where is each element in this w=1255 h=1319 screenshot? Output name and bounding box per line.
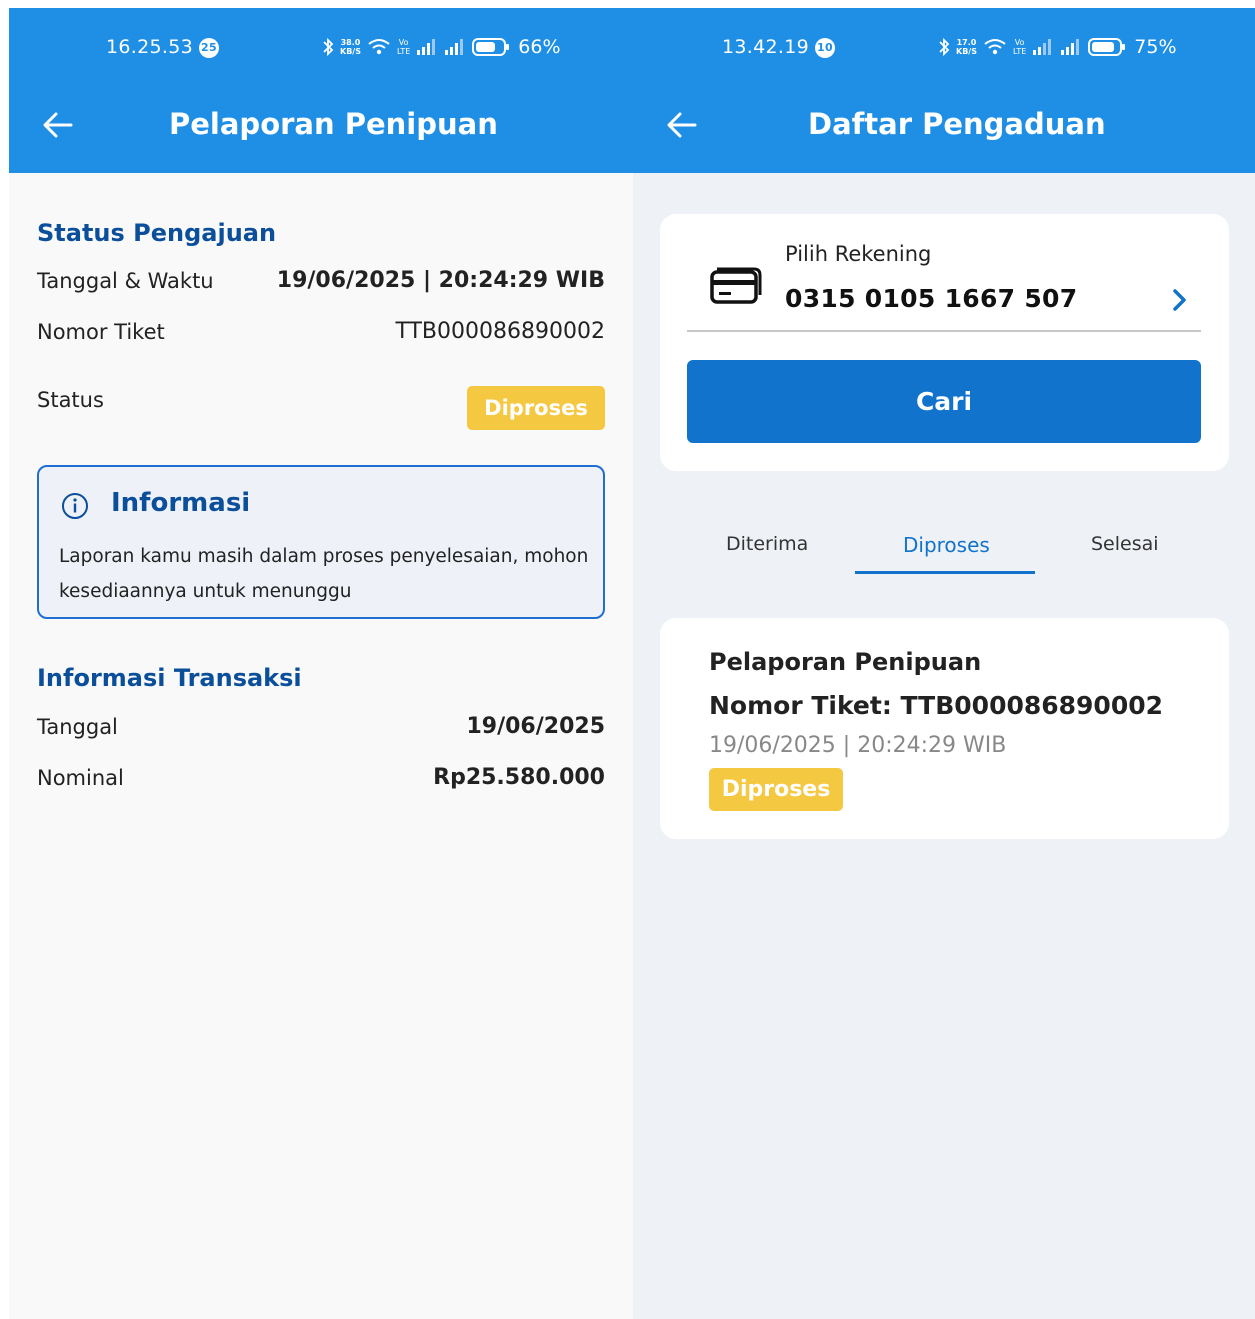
nav-bar: Daftar Pengaduan (633, 104, 1255, 148)
account-search-card: Pilih Rekening 0315 0105 1667 507 Cari (660, 214, 1229, 471)
signal-icon-sim2 (445, 39, 464, 55)
volte-indicator: Vo LTE (1012, 38, 1027, 56)
wifi-icon (984, 39, 1006, 55)
tab-diproses[interactable]: Diproses (903, 533, 990, 557)
page-title: Pelaporan Penipuan (169, 107, 498, 141)
status-icons: 38.0 KB/S Vo LTE 66% (322, 36, 561, 58)
status-bar: 13.42.19 10 17.0 KB/S Vo LTE 75% (633, 36, 1255, 62)
account-label: Pilih Rekening (785, 242, 932, 266)
notification-count-badge: 10 (815, 38, 836, 58)
tab-selesai[interactable]: Selesai (1091, 533, 1159, 555)
network-speed: 38.0 KB/S (340, 38, 361, 56)
info-text: Laporan kamu masih dalam proses penyeles… (59, 546, 589, 602)
battery-percent: 66% (518, 36, 561, 58)
signal-icon-sim2 (1061, 39, 1080, 55)
battery-icon (472, 38, 510, 56)
chevron-right-icon[interactable] (1170, 287, 1190, 313)
credit-card-icon (710, 267, 762, 304)
search-button[interactable]: Cari (687, 360, 1201, 443)
bluetooth-icon (323, 37, 334, 57)
info-icon (62, 493, 88, 519)
app-header: 13.42.19 10 17.0 KB/S Vo LTE 75% Daftar Pen… (633, 8, 1255, 173)
datetime-value: 19/06/2025 | 20:24:29 WIB (276, 268, 605, 293)
datetime-label: Tanggal & Waktu (37, 269, 214, 293)
transaction-date-value: 19/06/2025 (466, 714, 605, 739)
volte-indicator: Vo LTE (396, 38, 411, 56)
complaint-list-screen: 13.42.19 10 17.0 KB/S Vo LTE 75% Daftar Pen… (633, 8, 1255, 1319)
status-badge: Diproses (467, 386, 605, 430)
page-title: Daftar Pengaduan (808, 107, 1106, 141)
signal-icon-sim1 (417, 39, 436, 55)
ticket-status-badge: Diproses (709, 768, 843, 811)
signal-icon-sim1 (1033, 39, 1052, 55)
back-arrow-icon[interactable] (665, 108, 699, 142)
transaction-section-heading: Informasi Transaksi (37, 664, 302, 692)
transaction-date-label: Tanggal (37, 715, 118, 739)
wifi-icon (368, 39, 390, 55)
back-arrow-icon[interactable] (41, 108, 75, 142)
transaction-amount-label: Nominal (37, 766, 124, 790)
ticket-label: Nomor Tiket (37, 320, 165, 344)
tab-diterima[interactable]: Diterima (726, 533, 808, 555)
ticket-item-datetime: 19/06/2025 | 20:24:29 WIB (709, 733, 1007, 758)
info-box: Informasi Laporan kamu masih dalam prose… (37, 465, 605, 619)
status-label: Status (37, 388, 104, 412)
network-speed: 17.0 KB/S (956, 38, 977, 56)
ticket-list-item[interactable]: Pelaporan Penipuan Nomor Tiket: TTB00008… (660, 618, 1229, 839)
account-divider (687, 330, 1201, 332)
status-time: 13.42.19 10 (722, 36, 836, 58)
fraud-report-screen: 16.25.53 25 38.0 KB/S Vo LTE 66% Pelaporan … (9, 8, 633, 1319)
status-section-heading: Status Pengajuan (37, 219, 277, 247)
bluetooth-icon (939, 37, 950, 57)
battery-percent: 75% (1134, 36, 1177, 58)
status-time: 16.25.53 25 (106, 36, 220, 58)
transaction-amount-value: Rp25.580.000 (433, 765, 605, 790)
battery-icon (1088, 38, 1126, 56)
active-tab-indicator (855, 571, 1035, 574)
notification-count-badge: 25 (199, 38, 220, 58)
account-number: 0315 0105 1667 507 (785, 284, 1078, 313)
nav-bar: Pelaporan Penipuan (9, 104, 633, 148)
info-title: Informasi (111, 488, 251, 518)
status-icons: 17.0 KB/S Vo LTE 75% (938, 36, 1177, 58)
ticket-item-number: Nomor Tiket: TTB000086890002 (709, 691, 1164, 720)
app-header: 16.25.53 25 38.0 KB/S Vo LTE 66% Pelaporan … (9, 8, 633, 173)
ticket-item-title: Pelaporan Penipuan (709, 648, 982, 676)
ticket-value: TTB000086890002 (395, 319, 605, 344)
status-bar: 16.25.53 25 38.0 KB/S Vo LTE 66% (9, 36, 633, 62)
